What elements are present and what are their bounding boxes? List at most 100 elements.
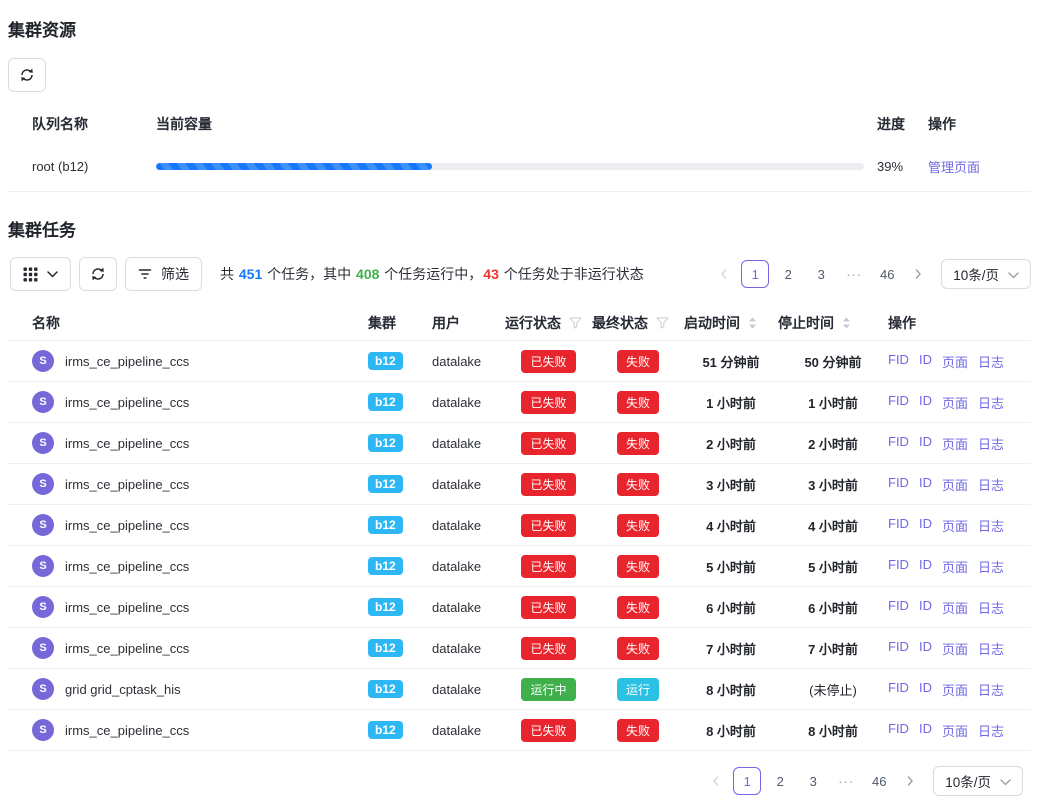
task-action-page[interactable]: 页面 bbox=[942, 434, 968, 453]
pagination-bottom: 123···46 10条/页 bbox=[704, 766, 1023, 796]
task-action-fid[interactable]: FID bbox=[888, 680, 909, 699]
task-user: datalake bbox=[432, 600, 505, 615]
chevron-down-icon bbox=[1008, 267, 1019, 282]
task-action-fid[interactable]: FID bbox=[888, 598, 909, 617]
tasks-toolbar: 筛选 共 451 个任务，其中 408 个任务运行中，43 个任务处于非运行状态… bbox=[8, 257, 1031, 291]
final-status-badge: 失败 bbox=[617, 514, 659, 537]
task-action-log[interactable]: 日志 bbox=[978, 598, 1004, 617]
task-action-log[interactable]: 日志 bbox=[978, 352, 1004, 371]
tasks-refresh-button[interactable] bbox=[79, 257, 117, 291]
pagination-page-1[interactable]: 1 bbox=[733, 767, 761, 795]
page-size-select[interactable]: 10条/页 bbox=[933, 766, 1023, 796]
task-action-log[interactable]: 日志 bbox=[978, 721, 1004, 740]
start-time: 3 小时前 bbox=[684, 475, 778, 494]
task-action-id[interactable]: ID bbox=[919, 434, 932, 453]
run-status-filter-icon[interactable] bbox=[569, 317, 582, 329]
task-action-fid[interactable]: FID bbox=[888, 352, 909, 371]
task-user: datalake bbox=[432, 354, 505, 369]
task-action-page[interactable]: 页面 bbox=[942, 721, 968, 740]
spark-avatar: S bbox=[32, 555, 54, 577]
task-name: irms_ce_pipeline_ccs bbox=[65, 518, 189, 533]
task-action-page[interactable]: 页面 bbox=[942, 352, 968, 371]
resources-refresh-button[interactable] bbox=[8, 58, 46, 92]
pagination-top: 123···46 10条/页 bbox=[712, 259, 1031, 289]
pagination-next[interactable] bbox=[906, 260, 930, 288]
task-action-id[interactable]: ID bbox=[919, 557, 932, 576]
task-actions: FID ID 页面日志 bbox=[888, 475, 1023, 494]
task-action-fid[interactable]: FID bbox=[888, 434, 909, 453]
pagination-page-3[interactable]: 3 bbox=[799, 767, 827, 795]
task-action-fid[interactable]: FID bbox=[888, 516, 909, 535]
task-action-id[interactable]: ID bbox=[919, 475, 932, 494]
task-action-fid[interactable]: FID bbox=[888, 393, 909, 412]
cluster-resources-title: 集群资源 bbox=[8, 16, 1031, 41]
chevron-down-icon bbox=[47, 271, 58, 278]
col-queue-name: 队列名称 bbox=[32, 114, 156, 134]
cluster-badge: b12 bbox=[368, 516, 403, 534]
task-action-fid[interactable]: FID bbox=[888, 639, 909, 658]
stop-time: 4 小时前 bbox=[778, 516, 888, 535]
task-action-log[interactable]: 日志 bbox=[978, 475, 1004, 494]
task-action-log[interactable]: 日志 bbox=[978, 516, 1004, 535]
run-status-badge: 已失败 bbox=[521, 596, 575, 619]
final-status-badge: 运行 bbox=[617, 678, 659, 701]
final-status-badge: 失败 bbox=[617, 350, 659, 373]
task-action-log[interactable]: 日志 bbox=[978, 639, 1004, 658]
task-action-fid[interactable]: FID bbox=[888, 475, 909, 494]
start-time: 51 分钟前 bbox=[684, 352, 778, 371]
cluster-badge: b12 bbox=[368, 639, 403, 657]
pagination-page-2[interactable]: 2 bbox=[774, 260, 802, 288]
start-time-sorter-icon[interactable] bbox=[748, 317, 757, 329]
pagination-ellipsis[interactable]: ··· bbox=[832, 767, 860, 795]
capacity-progressbar-fill bbox=[156, 163, 432, 170]
task-action-page[interactable]: 页面 bbox=[942, 598, 968, 617]
task-action-page[interactable]: 页面 bbox=[942, 680, 968, 699]
task-row: S irms_ce_pipeline_ccs b12 datalake 已失败 … bbox=[8, 382, 1031, 423]
task-row: S irms_ce_pipeline_ccs b12 datalake 已失败 … bbox=[8, 587, 1031, 628]
resources-table-header: 队列名称 当前容量 进度 操作 bbox=[8, 106, 1031, 142]
task-action-fid[interactable]: FID bbox=[888, 721, 909, 740]
task-action-log[interactable]: 日志 bbox=[978, 393, 1004, 412]
task-action-page[interactable]: 页面 bbox=[942, 639, 968, 658]
task-action-log[interactable]: 日志 bbox=[978, 680, 1004, 699]
pagination-page-46[interactable]: 46 bbox=[873, 260, 901, 288]
task-action-page[interactable]: 页面 bbox=[942, 475, 968, 494]
pagination-page-1[interactable]: 1 bbox=[741, 260, 769, 288]
pagination-page-3[interactable]: 3 bbox=[807, 260, 835, 288]
task-row: S irms_ce_pipeline_ccs b12 datalake 已失败 … bbox=[8, 423, 1031, 464]
page-size-label: 10条/页 bbox=[953, 264, 999, 284]
task-action-log[interactable]: 日志 bbox=[978, 434, 1004, 453]
pagination-page-46[interactable]: 46 bbox=[865, 767, 893, 795]
task-action-page[interactable]: 页面 bbox=[942, 516, 968, 535]
task-action-id[interactable]: ID bbox=[919, 721, 932, 740]
task-name: irms_ce_pipeline_ccs bbox=[65, 395, 189, 410]
stop-time: (未停止) bbox=[778, 680, 888, 699]
pagination-next[interactable] bbox=[898, 767, 922, 795]
run-status-badge: 已失败 bbox=[521, 637, 575, 660]
filter-button[interactable]: 筛选 bbox=[125, 257, 202, 291]
start-time: 7 小时前 bbox=[684, 639, 778, 658]
layout-dropdown-button[interactable] bbox=[10, 257, 71, 291]
task-action-id[interactable]: ID bbox=[919, 598, 932, 617]
page-size-select[interactable]: 10条/页 bbox=[941, 259, 1031, 289]
task-action-id[interactable]: ID bbox=[919, 393, 932, 412]
task-action-id[interactable]: ID bbox=[919, 516, 932, 535]
pagination-prev[interactable] bbox=[704, 767, 728, 795]
pagination-ellipsis[interactable]: ··· bbox=[840, 260, 868, 288]
task-user: datalake bbox=[432, 477, 505, 492]
pagination-page-2[interactable]: 2 bbox=[766, 767, 794, 795]
task-action-page[interactable]: 页面 bbox=[942, 557, 968, 576]
stop-time-sorter-icon[interactable] bbox=[842, 317, 851, 329]
task-name: irms_ce_pipeline_ccs bbox=[65, 723, 189, 738]
task-action-id[interactable]: ID bbox=[919, 680, 932, 699]
task-action-fid[interactable]: FID bbox=[888, 557, 909, 576]
manage-page-link[interactable]: 管理页面 bbox=[928, 160, 980, 175]
task-action-id[interactable]: ID bbox=[919, 352, 932, 371]
final-status-filter-icon[interactable] bbox=[656, 317, 669, 329]
task-action-log[interactable]: 日志 bbox=[978, 557, 1004, 576]
task-action-id[interactable]: ID bbox=[919, 639, 932, 658]
task-user: datalake bbox=[432, 723, 505, 738]
task-action-page[interactable]: 页面 bbox=[942, 393, 968, 412]
pagination-prev[interactable] bbox=[712, 260, 736, 288]
task-row: S irms_ce_pipeline_ccs b12 datalake 已失败 … bbox=[8, 464, 1031, 505]
